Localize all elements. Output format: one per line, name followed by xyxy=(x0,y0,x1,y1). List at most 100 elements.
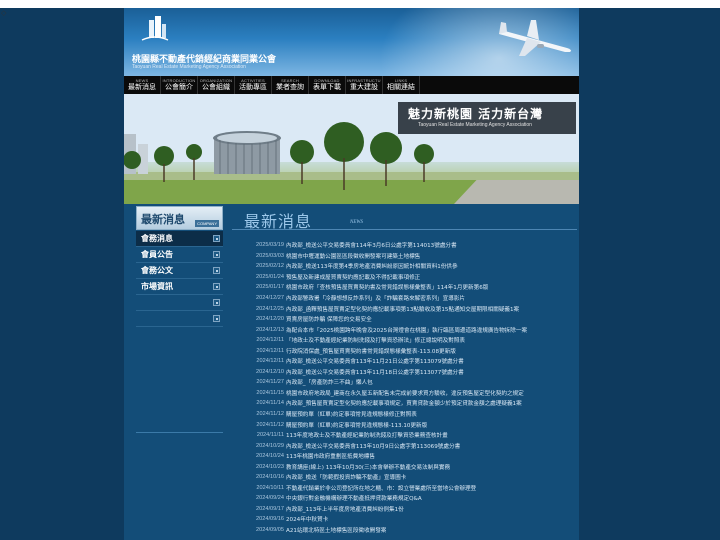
nav-links[interactable]: LINKS 相關連結 xyxy=(383,76,420,94)
news-item[interactable]: 2024/09/05 A21站環北特區土地標售區段徵收開發案 xyxy=(232,525,577,536)
news-date: 2024/09/17 xyxy=(256,505,284,512)
sidebar-divider xyxy=(136,432,223,433)
news-item[interactable]: 2024/10/29 內政部_檢送公平交易委員會113年10月9日公處字第1130… xyxy=(232,440,577,451)
nav-introduction[interactable]: INTRODUCTION 公會簡介 xyxy=(161,76,198,94)
news-title: 內政部_檢送「防範假投資詐騙不動產」宣導圖卡 xyxy=(286,475,407,482)
sidebar-menu: 會務消息 會員公告 會務公文 市場資訊 xyxy=(136,231,223,327)
sidebar-item-association-news[interactable]: 會務消息 xyxy=(136,231,223,247)
news-date: 2025/01/24 xyxy=(256,273,284,280)
news-title: 預售屋及新建成屋買賣契約應記載及不得記載事項修正 xyxy=(286,274,421,281)
news-list: 2025/03/19 內政部_檢送公平交易委員會114年3月6日公處字第11401… xyxy=(232,240,577,535)
news-item[interactable]: 2024/12/10 內政部_檢送公平交易委員會113年11月18日公處字第113… xyxy=(232,367,577,378)
news-item[interactable]: 2024/12/20 買賣房屋防詐騙 保障您的交易安全 xyxy=(232,314,577,325)
news-date: 2024/11/12 xyxy=(256,421,284,428)
news-date: 2024/11/27 xyxy=(256,379,284,386)
news-item[interactable]: 2024/10/16 內政部_檢送「防範假投資詐騙不動產」宣導圖卡 xyxy=(232,472,577,483)
news-item[interactable]: 2024/10/11 不動產代銷業於非公司登記所在地之櫃、市：設立營業處所至當地公… xyxy=(232,483,577,494)
news-item[interactable]: 2025/03/03 桃園市中壢運動公園區區段徵收開發案可建築土地標售 xyxy=(232,251,577,262)
news-item[interactable]: 2024/11/11 113年度地政士及不動產經紀業防制洗錢及打擊資恐業務查核計畫 xyxy=(232,430,577,441)
news-item[interactable]: 2024/12/11 行政院消保處_預售屋買賣契約書常見錯誤態樣彙整表-113.0… xyxy=(232,345,577,356)
news-date: 2024/09/05 xyxy=(256,527,284,534)
news-title: 內政部_檢送公平交易委員會114年3月6日公處字第114013號處分書 xyxy=(286,243,457,250)
news-item[interactable]: 2024/12/11 內政部_檢送公平交易委員會113年11月21日公處字第113… xyxy=(232,356,577,367)
sidebar-item-official-documents[interactable]: 會務公文 xyxy=(136,263,223,279)
nav-search[interactable]: SEARCH 業者查詢 xyxy=(272,76,309,94)
news-date: 2024/10/24 xyxy=(256,453,284,460)
slogan-title: 魅力新桃園 活力新台灣 xyxy=(408,107,544,121)
news-date: 2024/12/10 xyxy=(256,368,284,375)
news-title: 購屋預約單（紅單)約定事項常見違規態樣-113.10更新版 xyxy=(286,422,428,429)
corner-glyph: ◇ xyxy=(1,9,7,17)
news-item[interactable]: 2025/02/12 內政部_檢送113年度第4季房地產消費糾紛原因統計相關資料1… xyxy=(232,261,577,272)
news-item[interactable]: 2025/03/19 內政部_檢送公平交易委員會114年3月6日公處字第11401… xyxy=(232,240,577,251)
news-item[interactable]: 2024/10/24 113年桃園市政府重劃區抵費地標售 xyxy=(232,451,577,462)
news-item[interactable]: 2025/01/24 預售屋及新建成屋買賣契約應記載及不得記載事項修正 xyxy=(232,272,577,283)
news-item[interactable]: 2024/11/12 購屋預約單（紅單)約定事項常見違規態樣-113.10更新版 xyxy=(232,419,577,430)
news-item[interactable]: 2024/11/12 購屋預約單（紅單)約定事項常見違規態樣修正對照表 xyxy=(232,409,577,420)
nav-organization[interactable]: ORGANIZATION 公會組織 xyxy=(198,76,235,94)
square-bullet-icon xyxy=(213,235,220,242)
sidebar-header: 最新消息 COMPANY xyxy=(136,206,223,230)
news-title: 內政部_113年上半年度房地產消費糾紛例集1份 xyxy=(286,506,404,513)
sidebar: 最新消息 COMPANY 會務消息 會員公告 會務公文 市場資訊 xyxy=(136,206,223,433)
section-header: 最新消息 NEWS xyxy=(232,206,577,231)
nav-news[interactable]: NEWS 最新消息 xyxy=(124,76,161,94)
nav-infrastructure[interactable]: INFRASTRUCTU 重大建設 xyxy=(346,76,383,94)
square-bullet-icon xyxy=(213,299,220,306)
square-bullet-icon xyxy=(213,251,220,258)
news-date: 2024/09/24 xyxy=(256,495,284,502)
news-title: 買賣房屋防詐騙 保障您的交易安全 xyxy=(286,317,372,324)
news-title: 桃園市政府「查核預售屋買賣契約書及常見錯誤態樣彙整表」114年1月更新第6版 xyxy=(286,285,489,292)
news-item[interactable]: 2025/01/17 桃園市政府「查核預售屋買賣契約書及常見錯誤態樣彙整表」114… xyxy=(232,282,577,293)
news-title: 為配合本市「2025桃園跨年晚會及2025台灣燈會在桃園」執行臨區周邊道路違規廣… xyxy=(286,327,528,334)
news-title: 內政部_檢送公平交易委員會113年11月18日公處字第113077號處分書 xyxy=(286,369,464,376)
square-bullet-icon xyxy=(213,315,220,322)
news-item[interactable]: 2024/12/27 內政部警政署「冷靜想想反詐系列」及「詐騙套路來解密系列」宣導… xyxy=(232,293,577,304)
news-title: 內政部_檢送113年度第4季房地產消費糾紛原因統計相關資料1份供參 xyxy=(286,264,458,271)
association-name-en: Taoyuan Real Estate Marketing Agency Ass… xyxy=(132,64,246,70)
news-date: 2024/10/16 xyxy=(256,474,284,481)
news-date: 2025/03/03 xyxy=(256,252,284,259)
sidebar-item-member-notices[interactable]: 會員公告 xyxy=(136,247,223,263)
news-title: 內政部_檢送公平交易委員會113年11月21日公處字第113079號處分書 xyxy=(286,359,464,366)
news-item[interactable]: 2024/09/16 2024年中秋賀卡 xyxy=(232,514,577,525)
news-date: 2024/10/23 xyxy=(256,463,284,470)
page-shell: 桃園縣不動產代銷經紀商業同業公會 Taoyuan Real Estate Mar… xyxy=(124,8,579,540)
news-date: 2025/02/12 xyxy=(256,263,284,270)
news-item[interactable]: 2024/11/14 內政部_預售屋買賣定型化契約應記載事項規定，買賣貸款金額少於… xyxy=(232,398,577,409)
news-title: 購屋預約單（紅單)約定事項常見違規態樣修正對照表 xyxy=(286,412,417,419)
news-item[interactable]: 2024/12/11 「地政士及不動產經紀業防制洗錢及打擊資恐辦法」修正總說明及對… xyxy=(232,335,577,346)
news-title: 行政院消保處_預售屋買賣契約書常見錯誤態樣彙整表-113.08更新版 xyxy=(286,348,456,355)
news-date: 2024/11/14 xyxy=(256,400,284,407)
news-item[interactable]: 2024/09/24 中央銀行對金融機構辦理不動產抵押貸款業務規定Q&A xyxy=(232,493,577,504)
news-date: 2024/12/11 xyxy=(256,337,284,344)
news-title: 2024年中秋賀卡 xyxy=(286,517,329,524)
news-item[interactable]: 2024/10/23 教育講座(線上) 113年10月30(三)本會舉辦不動產交易… xyxy=(232,461,577,472)
news-item[interactable]: 2024/09/17 內政部_113年上半年度房地產消費糾紛例集1份 xyxy=(232,504,577,515)
news-item[interactable]: 2024/12/13 為配合本市「2025桃園跨年晚會及2025台灣燈會在桃園」執… xyxy=(232,324,577,335)
news-title: 桃園市政府地政局_建商在永久屋五新配售未完成前要求買方驗收，違反預售屋定型化契約… xyxy=(286,390,524,397)
nav-activities[interactable]: ACTIVITIES 活動專區 xyxy=(235,76,272,94)
main-content: 最新消息 NEWS 2025/03/19 內政部_檢送公平交易委員會114年3月6… xyxy=(232,206,577,535)
sidebar-title: 最新消息 xyxy=(141,213,185,226)
news-item[interactable]: 2024/11/27 內政部_「房產防詐三不曲」懶人包 xyxy=(232,377,577,388)
news-title: 113年度地政士及不動產經紀業防制洗錢及打擊資恐業務查核計畫 xyxy=(286,433,448,440)
news-date: 2024/10/11 xyxy=(256,484,284,491)
news-date: 2024/10/29 xyxy=(256,442,284,449)
sidebar-item-market-info[interactable]: 市場資訊 xyxy=(136,279,223,295)
news-item[interactable]: 2024/11/15 桃園市政府地政局_建商在永久屋五新配售未完成前要求買方驗收，… xyxy=(232,388,577,399)
news-date: 2025/01/17 xyxy=(256,284,284,291)
slogan-subtitle: Taoyuan Real Estate Marketing Agency Ass… xyxy=(418,122,532,128)
news-title: 113年桃園市政府重劃區抵費地標售 xyxy=(286,454,375,461)
news-title: 內政部_函釋預售屋買賣定型化契約應記載事項第13點驗收及第15點通知交屋期限相關… xyxy=(286,306,520,313)
nav-download[interactable]: DOWNLOAD 表單下載 xyxy=(309,76,346,94)
news-item[interactable]: 2024/12/25 內政部_函釋預售屋買賣定型化契約應記載事項第13點驗收及第1… xyxy=(232,303,577,314)
news-title: 內政部_「房產防詐三不曲」懶人包 xyxy=(286,380,373,387)
top-strip: ◇ xyxy=(0,0,720,17)
news-title: 內政部_檢送公平交易委員會113年10月9日公處字第113069號處分書 xyxy=(286,443,461,450)
news-title: 內政部警政署「冷靜想想反詐系列」及「詐騙套路來解密系列」宣導影片 xyxy=(286,296,466,302)
news-title: 「地政士及不動產經紀業防制洗錢及打擊資恐辦法」修正總說明及對照表 xyxy=(286,338,466,345)
sidebar-item-empty-1[interactable] xyxy=(136,295,223,311)
news-title: 教育講座(線上) 113年10月30(三)本會舉辦不動產交易法制與實務 xyxy=(286,464,451,471)
sidebar-item-empty-2[interactable] xyxy=(136,311,223,327)
